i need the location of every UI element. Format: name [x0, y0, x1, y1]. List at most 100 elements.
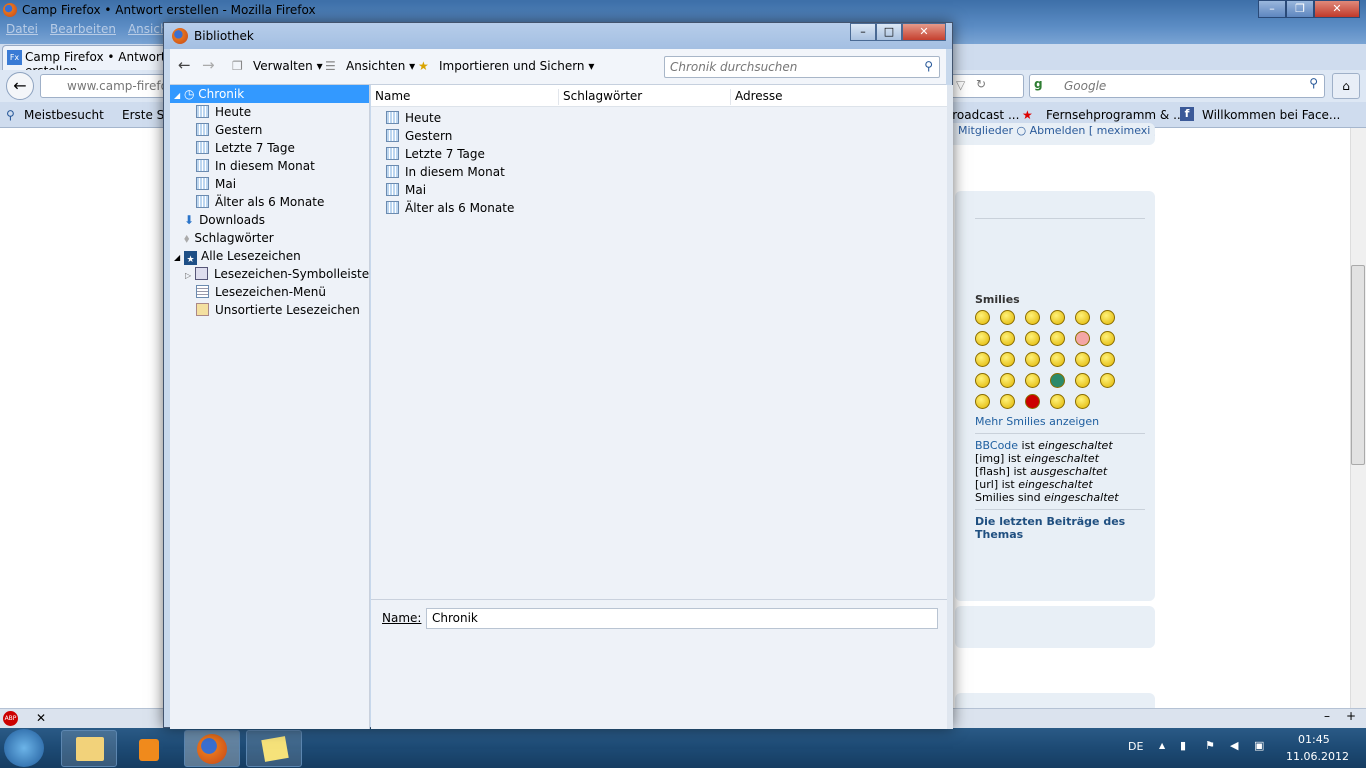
smiley-icon[interactable] [1025, 331, 1040, 346]
tree-item-alle-lesezeichen[interactable]: ◢ ★ Alle Lesezeichen [174, 247, 301, 265]
smiley-icon[interactable] [1100, 373, 1115, 388]
bookmark-broadcast[interactable]: Broadcast ... [944, 108, 1019, 122]
smiley-icon[interactable] [1050, 352, 1065, 367]
last-posts-link[interactable]: Die letzten Beiträge des Themas [975, 515, 1145, 541]
scrollbar-thumb[interactable] [1351, 265, 1365, 465]
tree-item-lesezeichen-symbolleiste[interactable]: ▷ Lesezeichen-Symbolleiste [185, 265, 369, 283]
smiley-icon[interactable] [1050, 331, 1065, 346]
list-item[interactable]: In diesem Monat [386, 163, 505, 181]
taskbar-explorer[interactable] [61, 730, 117, 767]
bookmark-fernsehprogramm[interactable]: Fernsehprogramm & ... [1046, 108, 1185, 122]
manage-menu[interactable]: Verwalten ▾ [253, 59, 323, 73]
tray-expand-icon[interactable]: ▲ [1159, 741, 1165, 750]
tree-item-heute[interactable]: Heute [196, 103, 251, 121]
import-export-menu[interactable]: Importieren und Sichern ▾ [439, 59, 594, 73]
smiley-icon[interactable] [975, 310, 990, 325]
smiley-icon[interactable] [1050, 373, 1065, 388]
smiley-icon[interactable] [1050, 310, 1065, 325]
home-button[interactable]: ⌂ [1332, 73, 1360, 99]
forward-icon[interactable]: → [202, 56, 215, 74]
clock-time[interactable]: 01:45 [1298, 733, 1330, 746]
tree-item-letzte-7-tage[interactable]: Letzte 7 Tage [196, 139, 295, 157]
minimize-button[interactable]: – [1258, 0, 1286, 18]
reload-icon[interactable]: ↻ [976, 77, 986, 91]
tree-item-chronik[interactable]: ◢ ◷ Chronik [170, 85, 369, 103]
smiley-icon[interactable] [975, 373, 990, 388]
dropdown-icon[interactable]: ▽ [956, 78, 965, 92]
search-icon[interactable]: ⚲ [1309, 76, 1318, 90]
menu-bearbeiten[interactable]: Bearbeiten [50, 22, 116, 36]
bookmark-meistbesucht[interactable]: Meistbesucht [24, 108, 104, 122]
volume-icon[interactable]: ◀ [1230, 739, 1238, 752]
start-button[interactable] [4, 729, 44, 767]
smiley-icon[interactable] [1000, 352, 1015, 367]
tree-item-lesezeichen-menue[interactable]: Lesezeichen-Menü [196, 283, 326, 301]
column-header-address[interactable]: Adresse [731, 89, 947, 105]
user-links[interactable]: Mitglieder ○ Abmelden [ meximexi ] [940, 123, 1155, 145]
close-icon[interactable]: ✕ [36, 711, 46, 725]
smiley-icon[interactable] [975, 352, 990, 367]
smiley-icon[interactable] [1075, 373, 1090, 388]
network-icon[interactable]: ▣ [1254, 739, 1264, 752]
taskbar-media-player[interactable] [122, 730, 178, 767]
smiley-icon[interactable] [1000, 331, 1015, 346]
more-smilies-link[interactable]: Mehr Smilies anzeigen [975, 415, 1145, 428]
smiley-icon[interactable] [1025, 352, 1040, 367]
clock-date[interactable]: 11.06.2012 [1286, 750, 1349, 763]
tree-item-downloads[interactable]: ⬇ Downloads [184, 211, 265, 229]
library-search-input[interactable]: Chronik durchsuchen ⚲ [664, 56, 940, 78]
expand-icon[interactable]: ▷ [185, 271, 191, 280]
list-item[interactable]: Letzte 7 Tage [386, 145, 485, 163]
smiley-icon[interactable] [1000, 373, 1015, 388]
adblock-icon[interactable]: ABP [3, 711, 18, 726]
list-item[interactable]: Heute [386, 109, 441, 127]
smiley-icon[interactable] [1025, 373, 1040, 388]
tree-item-aelter[interactable]: Älter als 6 Monate [196, 193, 324, 211]
back-icon[interactable]: ← [178, 56, 191, 74]
views-menu[interactable]: Ansichten ▾ [346, 59, 415, 73]
smiley-icon[interactable] [1075, 352, 1090, 367]
search-icon[interactable]: ⚲ [924, 59, 933, 73]
zoom-in-icon[interactable]: + [1346, 709, 1356, 723]
list-item[interactable]: Gestern [386, 127, 452, 145]
taskbar-firefox[interactable] [184, 730, 240, 767]
smiley-icon[interactable] [1025, 310, 1040, 325]
smiley-icon[interactable] [1100, 352, 1115, 367]
name-field[interactable]: Chronik [426, 608, 938, 629]
smiley-icon[interactable] [975, 331, 990, 346]
tree-item-gestern[interactable]: Gestern [196, 121, 262, 139]
minimize-button[interactable]: – [850, 23, 876, 41]
smiley-icon[interactable] [1100, 331, 1115, 346]
bookmark-facebook[interactable]: Willkommen bei Face... [1202, 108, 1340, 122]
smiley-icon[interactable] [975, 394, 990, 409]
language-indicator[interactable]: DE [1128, 740, 1143, 753]
close-button[interactable]: ✕ [902, 23, 946, 41]
maximize-button[interactable]: ❐ [1286, 0, 1314, 18]
smiley-icon[interactable] [1000, 310, 1015, 325]
dialog-scrollbar[interactable] [947, 85, 953, 729]
close-button[interactable]: ✕ [1314, 0, 1360, 18]
collapse-icon[interactable]: ◢ [174, 253, 180, 262]
tree-item-in-diesem-monat[interactable]: In diesem Monat [196, 157, 315, 175]
smiley-icon[interactable] [1025, 394, 1040, 409]
tree-item-schlagwoerter[interactable]: ⬧ Schlagwörter [184, 229, 274, 247]
tree-item-unsortierte-lesezeichen[interactable]: Unsortierte Lesezeichen [196, 301, 360, 319]
column-header-tags[interactable]: Schlagwörter [559, 89, 731, 105]
flag-icon[interactable]: ⚑ [1205, 739, 1215, 752]
list-item[interactable]: Mai [386, 181, 426, 199]
back-button[interactable]: ← [6, 72, 34, 100]
smiley-icon[interactable] [1075, 310, 1090, 325]
column-header-name[interactable]: Name [371, 89, 559, 105]
smiley-icon[interactable] [1075, 394, 1090, 409]
taskbar-notes[interactable] [246, 730, 302, 767]
smiley-icon[interactable] [1075, 331, 1090, 346]
tree-item-mai[interactable]: Mai [196, 175, 236, 193]
smiley-icon[interactable] [1050, 394, 1065, 409]
menu-datei[interactable]: Datei [6, 22, 38, 36]
smiley-icon[interactable] [1000, 394, 1015, 409]
zoom-out-icon[interactable]: – [1324, 709, 1330, 723]
bbcode-link[interactable]: BBCode [975, 439, 1018, 452]
power-icon[interactable]: ▮ [1180, 739, 1186, 752]
search-bar[interactable]: g Google ⚲ [1029, 74, 1325, 98]
smiley-icon[interactable] [1100, 310, 1115, 325]
